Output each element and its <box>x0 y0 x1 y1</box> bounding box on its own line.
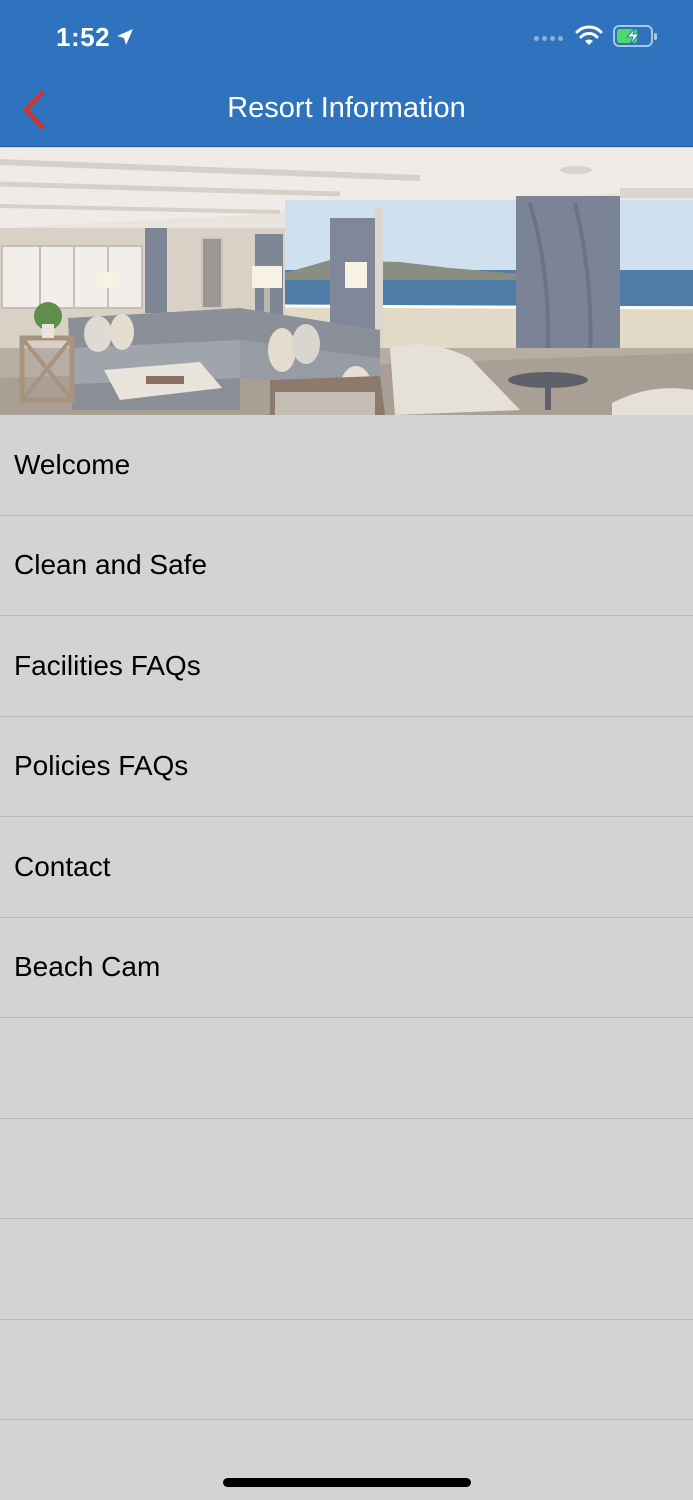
menu-item-label: Clean and Safe <box>14 549 208 581</box>
menu-item-policies-faqs[interactable]: Policies FAQs <box>0 717 693 817</box>
menu-item-label: Contact <box>14 850 111 882</box>
status-time: 1:52 <box>56 22 134 53</box>
cellular-signal-icon <box>534 36 563 41</box>
wifi-icon <box>575 25 603 52</box>
menu-item-label: Policies FAQs <box>14 750 189 782</box>
empty-row <box>0 1219 693 1320</box>
empty-row <box>0 1320 693 1420</box>
nav-header: 1:52 Resort Information <box>0 0 693 147</box>
menu-item-facilities-faqs[interactable]: Facilities FAQs <box>0 616 693 717</box>
menu-item-welcome[interactable]: Welcome <box>0 415 693 516</box>
menu-item-clean-and-safe[interactable]: Clean and Safe <box>0 516 693 616</box>
menu-item-beach-cam[interactable]: Beach Cam <box>0 918 693 1018</box>
status-indicators <box>534 24 659 53</box>
battery-charging-icon <box>613 24 659 53</box>
location-arrow-icon <box>116 22 134 53</box>
menu-item-label: Facilities FAQs <box>14 649 201 681</box>
menu-list: Welcome Clean and Safe Facilities FAQs P… <box>0 415 693 1420</box>
screen: 1:52 Resort Information Welcome Clean an… <box>0 0 693 1500</box>
empty-row <box>0 1119 693 1219</box>
hero-image <box>0 148 693 415</box>
menu-item-label: Beach Cam <box>14 951 161 983</box>
menu-item-label: Welcome <box>14 448 131 480</box>
home-indicator[interactable] <box>223 1478 471 1487</box>
menu-item-contact[interactable]: Contact <box>0 817 693 918</box>
page-title: Resort Information <box>227 92 466 124</box>
empty-row <box>0 1018 693 1119</box>
status-time-text: 1:52 <box>56 22 111 52</box>
